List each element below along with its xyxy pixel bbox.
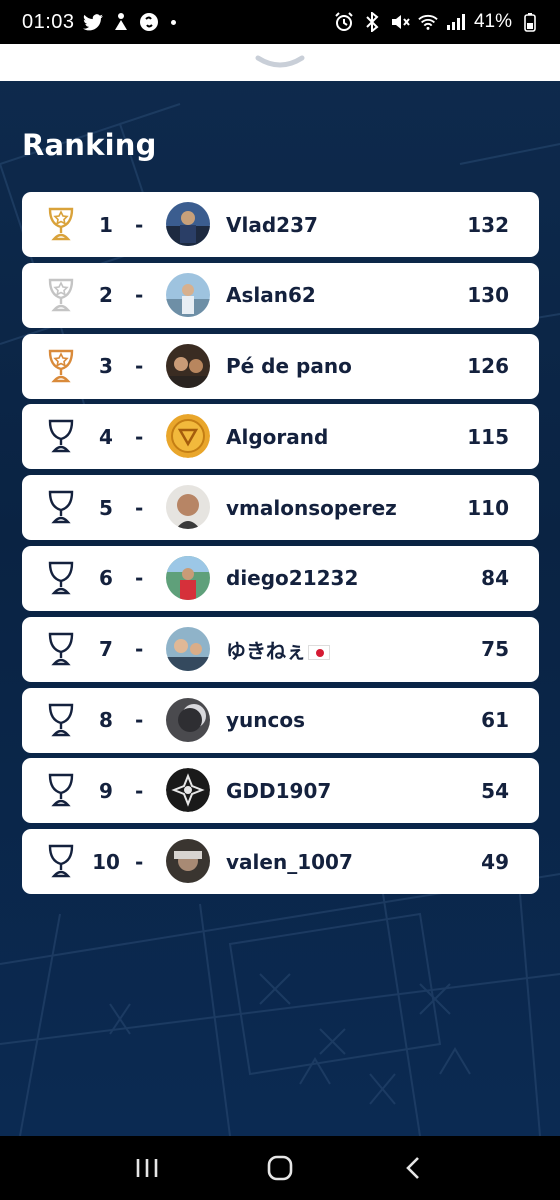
player-name: Pé de pano: [226, 354, 352, 379]
twitter-icon: [82, 12, 103, 32]
player-score: 132: [467, 212, 509, 237]
ranking-row[interactable]: 1 - Vlad237 132: [22, 192, 539, 257]
trophy-icon: [48, 632, 74, 665]
player-name: vmalonsoperez: [226, 495, 397, 520]
ranking-row[interactable]: 2 - Aslan62 130: [22, 262, 539, 328]
page-title: Ranking: [22, 128, 157, 162]
player-score: 126: [467, 354, 509, 379]
player-name: yuncos: [226, 708, 306, 733]
ranking-row[interactable]: 6 - diego21232 84: [22, 545, 539, 611]
trophy-bronze-icon: [48, 349, 74, 382]
ranking-row[interactable]: 8 - yuncos 61: [22, 687, 539, 753]
separator-dash: -: [135, 566, 144, 591]
player-name: Vlad237: [226, 212, 318, 237]
status-bar-left: 01:03: [22, 11, 176, 34]
separator-dash: -: [135, 778, 144, 803]
player-score: 75: [481, 637, 509, 662]
separator-dash: -: [135, 354, 144, 379]
rank-position: 1: [99, 212, 113, 237]
chevron-down-icon[interactable]: [254, 54, 306, 72]
separator-dash: -: [135, 212, 144, 237]
avatar: [166, 839, 210, 884]
player-score: 61: [481, 708, 509, 733]
player-score: 110: [467, 495, 509, 520]
ranking-row[interactable]: 10 - valen_1007 49: [22, 829, 539, 895]
home-button[interactable]: [260, 1148, 300, 1188]
shazam-icon: [139, 12, 159, 32]
rank-position: 7: [99, 637, 113, 662]
avatar: [166, 485, 210, 530]
trophy-icon: [48, 420, 74, 453]
separator-dash: -: [135, 424, 144, 449]
home-icon: [267, 1155, 293, 1181]
player-name: GDD1907: [226, 778, 332, 803]
player-name: diego21232: [226, 566, 359, 591]
ranking-row[interactable]: 7 - ゆきねぇ 75: [22, 616, 539, 682]
status-time: 01:03: [22, 10, 75, 33]
japan-flag-icon: [308, 644, 330, 660]
rank-position: 8: [99, 708, 113, 733]
signal-icon: [446, 12, 466, 32]
avatar: [166, 697, 210, 742]
avatar: [166, 272, 210, 317]
player-name: valen_1007: [226, 849, 353, 874]
player-name: Algorand: [226, 424, 329, 449]
separator-dash: -: [135, 849, 144, 874]
player-score: 49: [481, 849, 509, 874]
status-bar: 01:03 41%: [0, 0, 560, 44]
player-score: 115: [467, 424, 509, 449]
rank-position: 3: [99, 354, 113, 379]
back-button[interactable]: [393, 1148, 433, 1188]
trophy-icon: [48, 774, 74, 807]
rank-position: 4: [99, 424, 113, 449]
ranking-list: 1 - Vlad237 132 2 - Aslan62 130 3 - Pé d…: [22, 192, 539, 900]
player-name: Aslan62: [226, 283, 316, 308]
recent-apps-icon: [136, 1159, 157, 1177]
back-icon: [406, 1157, 420, 1179]
ranking-row[interactable]: 4 - Algorand 115: [22, 404, 539, 470]
bluetooth-icon: [362, 12, 382, 32]
ranking-screen: Ranking 1 - Vlad237 132 2 - Aslan62 130 …: [0, 44, 560, 1136]
rank-position: 9: [99, 778, 113, 803]
wifi-icon: [418, 12, 438, 32]
separator-dash: -: [135, 283, 144, 308]
player-name: ゆきねぇ: [226, 635, 330, 664]
avatar: [166, 555, 210, 600]
rank-position: 6: [99, 566, 113, 591]
separator-dash: -: [135, 708, 144, 733]
avatar: [166, 626, 210, 671]
player-score: 84: [481, 566, 509, 591]
recent-apps-button[interactable]: [127, 1148, 167, 1188]
ranking-row[interactable]: 5 - vmalonsoperez 110: [22, 475, 539, 541]
dot-icon: [170, 19, 176, 25]
rank-position: 5: [99, 495, 113, 520]
navigation-bar: [0, 1136, 560, 1200]
ranking-row[interactable]: 3 - Pé de pano 126: [22, 333, 539, 399]
battery-percentage: 41%: [473, 11, 512, 32]
status-bar-right: 41%: [334, 11, 540, 33]
player-score: 54: [481, 778, 509, 803]
avatar: [166, 343, 210, 388]
player-score: 130: [467, 283, 509, 308]
avatar: [166, 202, 210, 246]
alarm-icon: [334, 12, 354, 32]
separator-dash: -: [135, 495, 144, 520]
trophy-icon: [48, 490, 74, 524]
ranking-row[interactable]: 9 - GDD1907 54: [22, 758, 539, 824]
trophy-gold-icon: [48, 207, 74, 241]
trophy-silver-icon: [48, 278, 74, 311]
bottom-sheet-header[interactable]: [0, 44, 560, 81]
separator-dash: -: [135, 637, 144, 662]
notification-icon: [111, 12, 131, 32]
trophy-icon: [48, 703, 74, 736]
trophy-icon: [48, 844, 74, 878]
battery-icon: [520, 12, 540, 32]
rank-position: 10: [92, 849, 120, 874]
mute-icon: [390, 12, 410, 32]
trophy-icon: [48, 561, 74, 595]
avatar: [166, 414, 210, 459]
rank-position: 2: [99, 283, 113, 308]
avatar: [166, 768, 210, 813]
